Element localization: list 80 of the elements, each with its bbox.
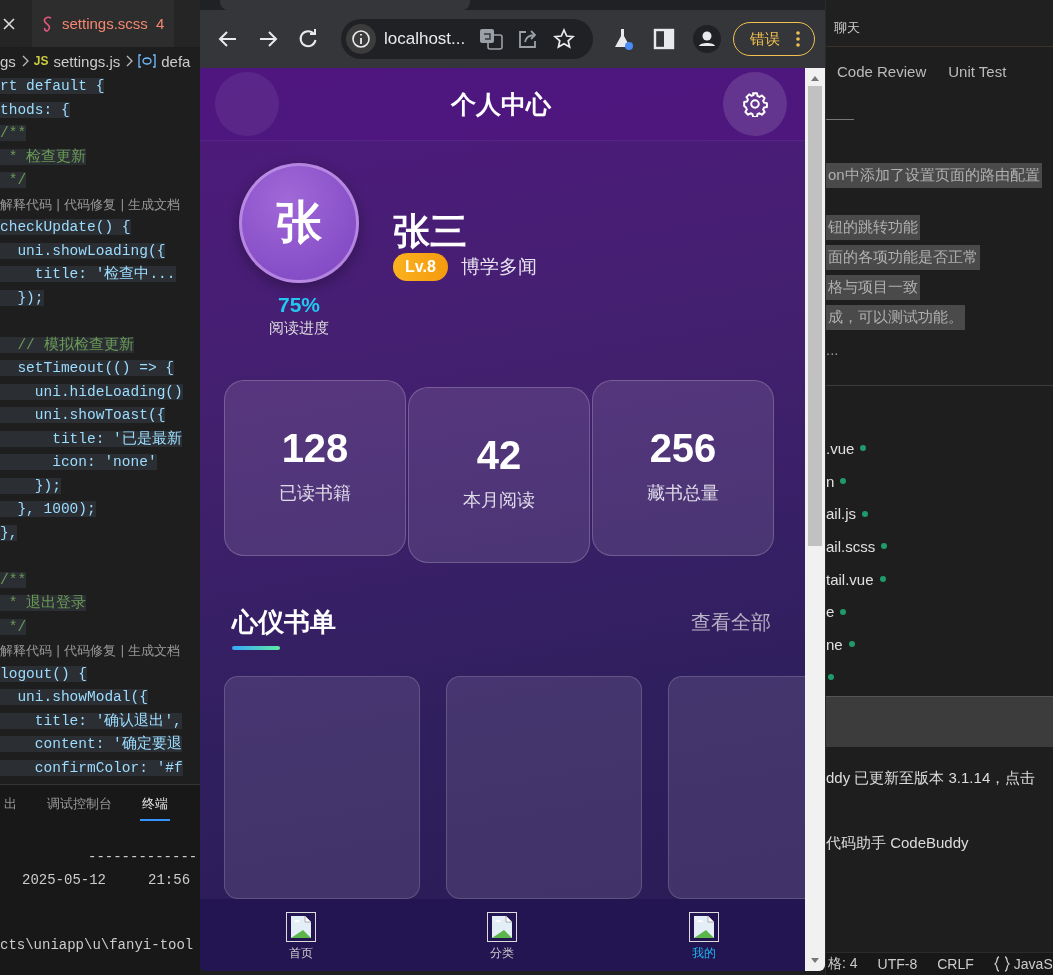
- chevron-right-icon: [125, 55, 134, 67]
- tab-underline: [826, 119, 854, 120]
- ellipsis-text: ...: [826, 340, 840, 358]
- reload-icon[interactable]: [297, 28, 319, 50]
- sass-file-icon: [42, 15, 54, 32]
- scrollbar[interactable]: [805, 68, 825, 971]
- file-name[interactable]: .vue: [826, 439, 855, 457]
- code-comment: // 模拟检查更新: [0, 336, 134, 353]
- file-name[interactable]: n: [826, 472, 835, 490]
- tab-bar-item[interactable]: 分类: [472, 912, 533, 962]
- status-item[interactable]: 格: 4: [828, 955, 858, 973]
- status-item[interactable]: JavaS: [993, 956, 1053, 972]
- translate-icon[interactable]: [479, 28, 504, 50]
- chat-tab[interactable]: 聊天: [834, 19, 860, 37]
- scroll-down-icon[interactable]: [810, 957, 820, 965]
- status-item[interactable]: UTF-8: [877, 956, 918, 972]
- panel-tab[interactable]: Code Review: [837, 63, 927, 97]
- panel-tab[interactable]: 出: [2, 789, 19, 821]
- info-icon[interactable]: [346, 24, 376, 54]
- code-comment: * 退出登录: [0, 595, 87, 611]
- js-file-icon: JS: [33, 54, 49, 68]
- code-comment: */: [0, 172, 27, 188]
- code-comment: * 检查更新: [0, 148, 87, 165]
- chevron-right-icon: [20, 55, 29, 67]
- breadcrumb-item[interactable]: gs: [0, 52, 16, 70]
- code-comment: /**: [0, 571, 27, 588]
- stat-label: 已读书籍: [279, 481, 351, 505]
- variable-symbol-icon: [138, 54, 157, 68]
- broken-image-icon: [689, 912, 720, 942]
- stat-label: 本月阅读: [463, 488, 535, 512]
- broken-image-icon: [487, 912, 518, 942]
- breadcrumb-item[interactable]: settings.js: [53, 52, 121, 70]
- scrollbar-thumb[interactable]: [808, 86, 822, 546]
- file-name[interactable]: ail.scss: [826, 537, 876, 555]
- broken-image-icon: [285, 912, 316, 942]
- notification-text: 代码助手 CodeBuddy: [826, 834, 970, 853]
- star-icon[interactable]: [553, 28, 576, 50]
- page-title: 个人中心: [451, 88, 551, 120]
- stat-value: 128: [281, 425, 349, 471]
- codelens-actions[interactable]: 解释代码 | 代码修复 | 生成文档: [0, 196, 181, 212]
- progress-label: 阅读进度: [269, 319, 329, 338]
- tab-bar-item[interactable]: 我的: [674, 912, 735, 962]
- tab-bar-item[interactable]: 首页: [270, 912, 331, 962]
- level-badge: Lv.8: [393, 253, 448, 281]
- breadcrumb-item[interactable]: defa: [161, 52, 191, 70]
- user-name: 张三: [393, 211, 468, 253]
- braces-icon: [993, 956, 1010, 972]
- settings-icon: [742, 91, 768, 117]
- profile-icon[interactable]: [693, 25, 722, 53]
- stat-value: 42: [476, 432, 522, 478]
- terminal-line: cts\uniapp\u\fanyi-tool: [0, 937, 195, 955]
- sidebar-icon[interactable]: [653, 28, 676, 50]
- panel-tab[interactable]: 终端: [140, 789, 170, 821]
- scroll-up-icon[interactable]: [810, 74, 820, 82]
- terminal-line: -------------: [87, 849, 199, 867]
- view-all-link[interactable]: 查看全部: [691, 605, 771, 636]
- section-title: 心仪书单: [232, 606, 336, 639]
- panel-tab[interactable]: 调试控制台: [45, 789, 114, 821]
- terminal-line: 2025-05-12 21:56: [21, 872, 192, 890]
- address-bar[interactable]: localhost...: [341, 19, 594, 59]
- error-button[interactable]: 错误: [733, 22, 816, 56]
- stat-value: 256: [649, 425, 717, 471]
- editor-tab[interactable]: settings.scss 4: [32, 0, 175, 47]
- user-title: 博学多闻: [460, 255, 537, 279]
- close-icon[interactable]: [2, 16, 16, 31]
- file-name[interactable]: ail.js: [826, 505, 856, 523]
- title-underline: [232, 646, 280, 650]
- notification-text: ddy 已更新至版本 3.1.14，点击: [826, 769, 1037, 788]
- codelens-actions[interactable]: 解释代码 | 代码修复 | 生成文档: [0, 643, 181, 658]
- file-name[interactable]: tail.vue: [826, 570, 874, 588]
- avatar: 张: [239, 163, 359, 283]
- file-name[interactable]: ne: [826, 635, 843, 653]
- stat-label: 藏书总量: [647, 481, 719, 505]
- code-comment: */: [0, 618, 27, 635]
- more-vertical-icon: [796, 31, 801, 47]
- status-item[interactable]: CRLF: [937, 956, 974, 972]
- code-comment: /**: [0, 125, 27, 141]
- file-name[interactable]: e: [826, 603, 835, 621]
- panel-tab[interactable]: Unit Test: [948, 63, 1007, 97]
- progress-percent: 75%: [278, 293, 320, 317]
